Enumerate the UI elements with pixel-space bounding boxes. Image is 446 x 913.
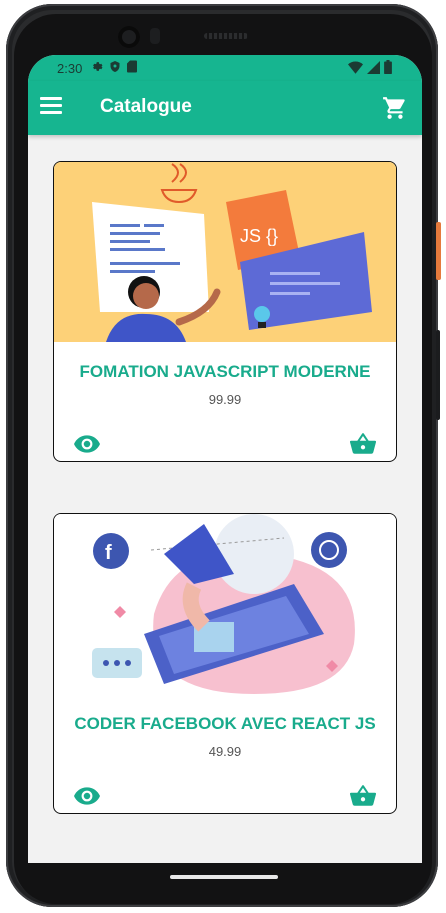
eye-icon[interactable] (74, 786, 100, 806)
product-price: 99.99 (208, 392, 242, 407)
product-card[interactable]: JS {} FOMATION JAVASCRIPT MODERNE 99.99 (53, 161, 397, 462)
sensor (150, 28, 160, 44)
javascript-illustration: JS {} (54, 162, 396, 342)
settings-icon (93, 62, 103, 71)
product-price: 49.99 (208, 744, 242, 759)
wifi-icon (348, 61, 363, 74)
gesture-nav-bar[interactable] (170, 875, 278, 879)
signal-icon (367, 60, 380, 74)
product-title[interactable]: FOMATION JAVASCRIPT MODERNE (54, 362, 396, 382)
menu-icon[interactable] (40, 97, 62, 115)
phone-frame: 2:30 Catalogue JS {} FOMATION JAVASCRIPT… (0, 0, 446, 913)
cart-icon[interactable] (382, 95, 408, 121)
basket-icon[interactable] (350, 784, 376, 808)
js-badge-text: JS {} (240, 226, 278, 246)
front-camera (118, 26, 140, 48)
eye-icon[interactable] (74, 434, 100, 454)
shield-icon (110, 61, 120, 72)
product-title[interactable]: CODER FACEBOOK AVEC REACT JS (54, 714, 396, 734)
battery-icon (384, 60, 392, 74)
basket-icon[interactable] (350, 432, 376, 456)
status-time: 2:30 (57, 61, 83, 76)
status-bar: 2:30 (28, 55, 422, 81)
social-media-illustration: f (54, 514, 396, 694)
power-button (436, 222, 441, 280)
page-title: Catalogue (100, 96, 192, 117)
app-bar: Catalogue (28, 81, 422, 135)
earpiece-speaker (204, 33, 248, 39)
svg-text:f: f (105, 542, 112, 564)
volume-button (436, 330, 440, 420)
product-card[interactable]: f CODER FACEBOOK AVEC REACT JS 49.99 (53, 513, 397, 814)
sd-card-icon (127, 60, 137, 73)
app-screen: 2:30 Catalogue JS {} FOMATION JAVASCRIPT… (28, 55, 422, 863)
